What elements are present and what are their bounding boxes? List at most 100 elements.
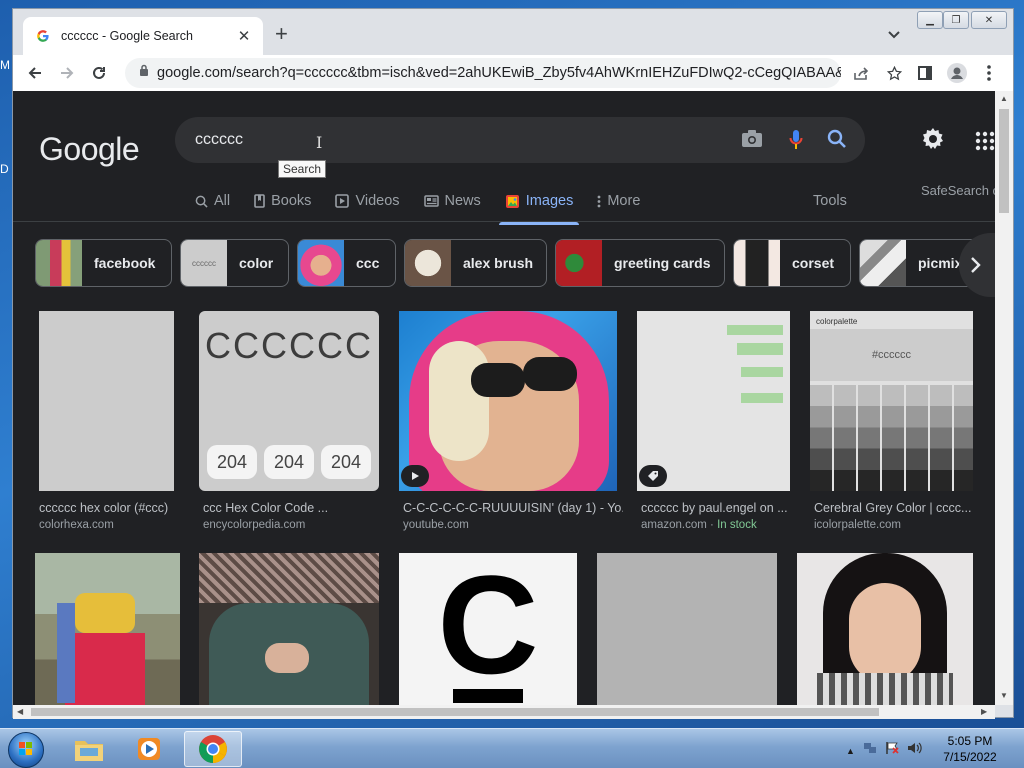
result-image-5[interactable]: colorpalette #cccccc [810,311,973,491]
play-badge-icon [401,465,429,487]
profile-avatar-icon[interactable] [943,59,971,87]
tab-label: More [607,193,641,209]
explorer-taskbar-button[interactable] [60,731,118,767]
underline-bar [453,689,523,703]
tools-button[interactable]: Tools [813,193,847,209]
result-source[interactable]: colorhexa.com [39,519,114,531]
network-icon[interactable] [863,741,877,760]
side-panel-icon[interactable] [911,59,939,87]
close-window-button[interactable]: ✕ [971,11,1007,29]
scroll-down-arrow-icon[interactable]: ▼ [1000,691,1008,700]
scrollbar-thumb[interactable] [31,708,879,716]
scrollbar-thumb[interactable] [999,109,1009,213]
search-input[interactable]: cccccc [175,117,865,163]
result-source[interactable]: encycolorpedia.com [203,519,305,531]
close-tab-icon[interactable]: ✕ [235,27,253,45]
tab-search-chevron-icon[interactable] [887,27,901,41]
url-text: google.com/search?q=cccccc&tbm=isch&ved=… [157,65,841,81]
result-image-6[interactable] [35,553,180,705]
result-caption[interactable]: Cerebral Grey Color | cccc... [814,501,974,515]
tab-all[interactable]: All [195,187,230,215]
sunglasses-right [523,357,577,391]
result-image-10[interactable] [797,553,973,705]
taskbar-clock[interactable]: 5:05 PM 7/15/2022 [930,733,1010,765]
media-player-taskbar-button[interactable] [120,731,178,767]
safesearch-toggle[interactable]: SafeSearch o [921,183,995,198]
browser-toolbar: google.com/search?q=cccccc&tbm=isch&ved=… [13,55,1013,91]
source-domain: amazon.com [641,519,707,531]
back-arrow-icon[interactable] [19,57,51,89]
horizontal-scrollbar[interactable]: ◀ ▶ [13,705,995,719]
tab-books[interactable]: Books [254,187,311,215]
chip-facebook[interactable]: facebook [35,239,172,287]
google-apps-grid-icon[interactable] [975,131,995,156]
search-icon[interactable] [827,129,847,154]
tab-label: Images [525,193,574,209]
chip-greeting-cards[interactable]: greeting cards [555,239,725,287]
result-caption[interactable]: cccccc by paul.engel on ... [641,501,791,515]
tab-images[interactable]: Images [498,187,579,225]
result-source[interactable]: icolorpalette.com [814,519,901,531]
hands-shape [265,643,309,673]
bookmark-star-icon[interactable] [886,65,903,86]
scroll-left-arrow-icon[interactable]: ◀ [17,707,23,716]
system-tray: ▲ [846,741,923,760]
share-icon[interactable] [853,67,869,86]
chrome-taskbar-button[interactable] [184,731,242,767]
address-bar[interactable]: google.com/search?q=cccccc&tbm=isch&ved=… [125,58,903,88]
text-cursor-icon: I [316,133,323,152]
reload-icon[interactable] [83,57,115,89]
result-caption[interactable]: ccc Hex Color Code ... [203,501,383,515]
shirt-shape [817,673,953,705]
result-caption[interactable]: C-C-C-C-C-C-RUUUUISIN' (day 1) - Yo... [403,501,623,515]
tab-label: All [214,193,231,209]
volume-icon[interactable] [907,741,923,760]
new-tab-plus-icon[interactable]: + [275,23,288,45]
chip-label: greeting cards [614,255,711,271]
result-image-3[interactable] [399,311,617,491]
chip-thumbnail [298,240,344,286]
tab-videos[interactable]: Videos [335,187,400,215]
sunglasses-left [471,363,525,397]
browser-tab[interactable]: cccccc - Google Search ✕ [23,17,263,55]
result-caption[interactable]: cccccc hex color (#ccc) [39,501,189,515]
result-source[interactable]: youtube.com [403,519,469,531]
action-center-flag-icon[interactable] [885,741,899,760]
result-image-7[interactable] [199,553,379,705]
chip-thumbnail [860,240,906,286]
result-source[interactable]: amazon.com · In stock [641,519,757,531]
chip-label: corset [792,255,835,271]
camera-icon[interactable] [741,129,763,154]
vertical-scrollbar[interactable]: ▲ ▼ [995,91,1013,705]
maximize-button[interactable]: ❐ [943,11,969,29]
menu-kebab-icon[interactable] [975,59,1003,87]
result-image-1[interactable] [39,311,174,491]
result-image-9[interactable] [597,553,777,705]
chip-label: facebook [94,255,156,271]
result-image-8[interactable]: C [399,553,577,705]
minimize-button[interactable]: ▁ [917,11,943,29]
tab-news[interactable]: News [423,187,481,215]
swatch-title: #cccccc [810,329,973,381]
chip-thumbnail [556,240,602,286]
scroll-right-arrow-icon[interactable]: ▶ [981,707,987,716]
google-logo[interactable]: Google [39,131,140,168]
chip-ccc[interactable]: ccc [297,239,396,287]
chip-corset[interactable]: corset [733,239,851,287]
rgb-chip: 204 [321,445,371,479]
chat-bubble [737,343,783,355]
scroll-up-arrow-icon[interactable]: ▲ [1000,94,1008,103]
start-button[interactable] [8,732,44,768]
forward-arrow-icon[interactable] [51,57,83,89]
microphone-icon[interactable] [789,129,803,156]
result-image-2[interactable]: CCCCCC 204 204 204 [199,311,379,491]
tab-strip: cccccc - Google Search ✕ + ▁ ❐ ✕ [13,9,1013,55]
show-hidden-icons-icon[interactable]: ▲ [846,746,855,756]
chip-alex-brush[interactable]: alex brush [404,239,547,287]
tab-more[interactable]: More [597,187,640,215]
lock-icon[interactable] [139,64,149,82]
clock-time: 5:05 PM [947,734,993,748]
settings-gear-icon[interactable] [921,127,945,156]
result-image-4[interactable] [637,311,790,491]
chip-color[interactable]: cccccc color [180,239,289,287]
